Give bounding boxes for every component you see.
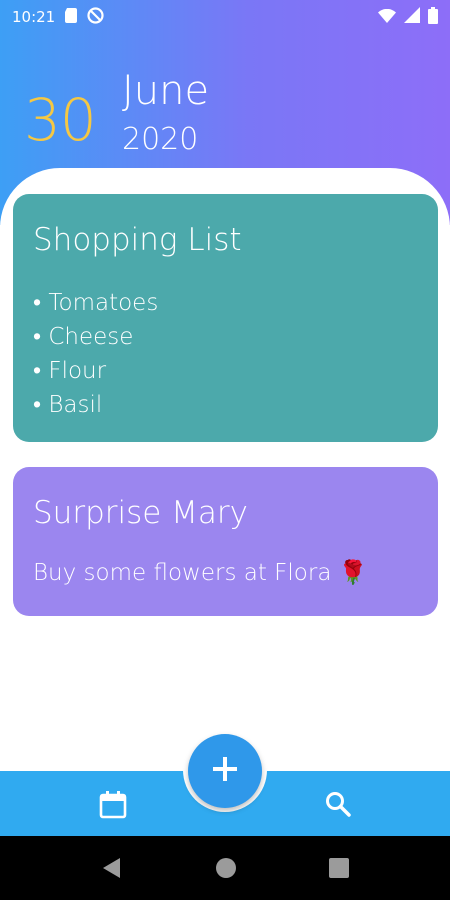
status-time: 10:21 xyxy=(12,8,56,26)
date-day: 30 xyxy=(24,86,97,154)
sd-card-icon xyxy=(65,7,78,27)
date-month: June xyxy=(122,68,210,114)
plus-icon xyxy=(212,756,238,786)
list-item: • Tomatoes xyxy=(33,290,159,316)
do-not-disturb-icon xyxy=(87,6,104,28)
signal-icon xyxy=(404,7,420,27)
list-item: • Basil xyxy=(33,392,103,418)
note-title: Surprise Mary xyxy=(33,495,249,531)
note-title: Shopping List xyxy=(33,222,242,258)
date-year: 2020 xyxy=(122,122,199,157)
search-icon[interactable] xyxy=(323,789,353,819)
note-body: Buy some flowers at Flora 🌹 xyxy=(33,560,368,586)
list-item: • Flour xyxy=(33,358,107,384)
note-card-shopping-list[interactable]: Shopping List • Tomatoes • Cheese • Flou… xyxy=(13,194,438,442)
system-nav-bar xyxy=(0,836,450,900)
wifi-icon xyxy=(378,8,396,27)
status-bar: 10:21 xyxy=(0,0,450,34)
back-icon[interactable] xyxy=(100,856,124,880)
list-item: • Cheese xyxy=(33,324,134,350)
home-icon[interactable] xyxy=(214,856,238,880)
add-note-button[interactable] xyxy=(188,734,262,808)
note-item-list: • Tomatoes • Cheese • Flour • Basil xyxy=(33,286,158,422)
calendar-icon[interactable] xyxy=(98,789,128,819)
note-card-surprise-mary[interactable]: Surprise Mary Buy some flowers at Flora … xyxy=(13,467,438,616)
recent-apps-icon[interactable] xyxy=(327,856,351,880)
battery-icon xyxy=(428,6,438,28)
